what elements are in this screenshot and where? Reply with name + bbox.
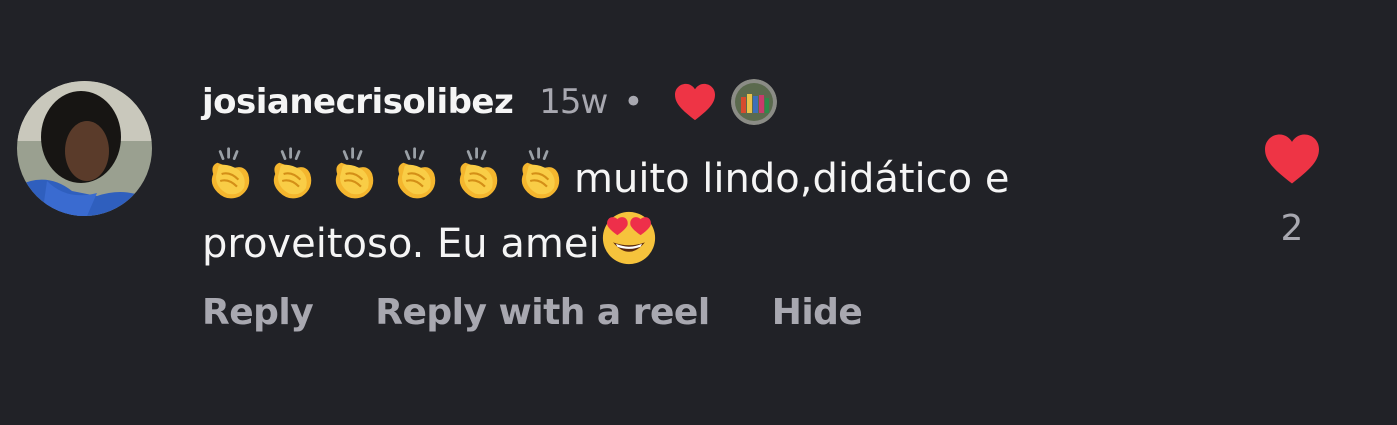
creator-liked-heart-icon xyxy=(673,82,717,122)
clap-emoji-icon xyxy=(450,146,506,202)
hide-button[interactable]: Hide xyxy=(772,292,863,333)
comment-actions: Reply Reply with a reel Hide xyxy=(202,292,863,333)
reply-with-reel-button[interactable]: Reply with a reel xyxy=(375,292,710,333)
reply-button[interactable]: Reply xyxy=(202,292,314,333)
comment-text: muito lindo,didático e proveitoso. Eu am… xyxy=(202,146,1202,274)
clap-emoji-icon xyxy=(326,146,382,202)
username[interactable]: josianecrisolibez xyxy=(202,82,514,122)
comment-item: josianecrisolibez 15w • muito lindo,didá… xyxy=(0,0,1397,425)
comment-text-line2: proveitoso. Eu amei xyxy=(202,221,600,267)
avatar[interactable] xyxy=(17,81,152,216)
clap-emojis xyxy=(202,147,574,202)
clap-emoji-icon xyxy=(512,146,568,202)
comment-meta: josianecrisolibez 15w • xyxy=(202,76,778,128)
timestamp: 15w xyxy=(539,82,608,122)
creator-avatar xyxy=(731,79,778,125)
heart-eyes-emoji-icon xyxy=(600,209,658,267)
clap-emoji-icon xyxy=(388,146,444,202)
like-heart-icon[interactable] xyxy=(1262,132,1322,186)
like-count: 2 xyxy=(1280,208,1304,249)
clap-emoji-icon xyxy=(202,146,258,202)
separator-dot: • xyxy=(623,82,644,122)
clap-emoji-icon xyxy=(264,146,320,202)
comment-text-line1: muito lindo,didático e xyxy=(574,156,1010,202)
